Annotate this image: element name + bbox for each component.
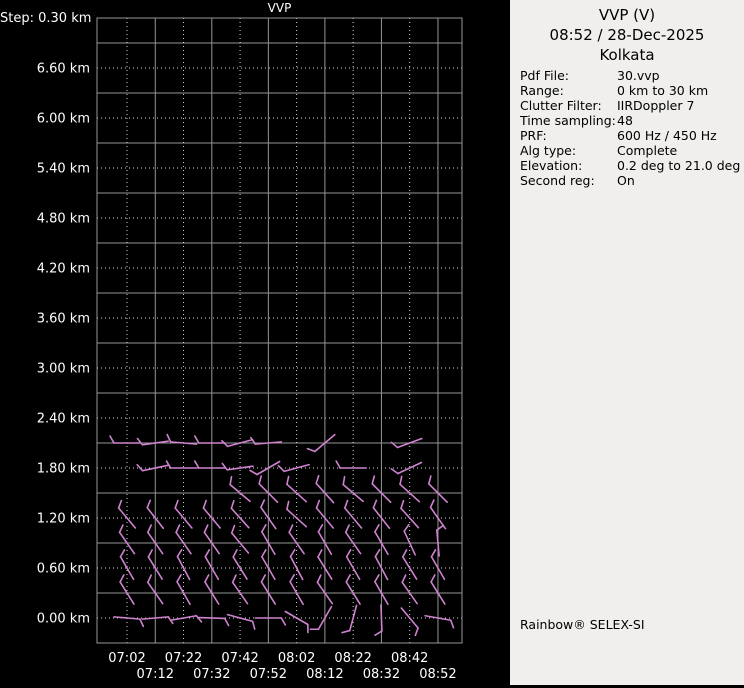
wind-barb (345, 574, 361, 605)
x-axis-tick-label: 08:22 (334, 651, 371, 666)
product-title: VVP (V) (598, 6, 656, 24)
parameter-row: Time sampling: 48 (510, 113, 744, 128)
parameter-row: Range: 0 km to 30 km (510, 83, 744, 98)
x-axis-tick-label: 08:52 (419, 667, 456, 682)
wind-barb (165, 460, 198, 469)
parameter-label: Pdf File: (520, 68, 569, 83)
wind-barb (176, 574, 191, 606)
wind-barb (341, 604, 358, 634)
y-axis-tick-label: 3.60 km (37, 312, 90, 327)
product-parameters-list: Pdf File: 30.vvp Range: 0 km to 30 km Clutte… (510, 68, 744, 188)
y-axis-tick-label: 1.80 km (37, 462, 90, 477)
wind-barb (335, 460, 367, 469)
x-axis-tick-label: 07:52 (250, 667, 287, 682)
x-axis-tick-label: 08:42 (391, 651, 428, 666)
x-axis-tick-label: 07:02 (108, 651, 145, 666)
parameter-row: PRF: 600 Hz / 450 Hz (510, 128, 744, 143)
parameter-row: Clutter Filter: IIRDoppler 7 (510, 98, 744, 113)
wind-barb (230, 524, 250, 554)
wind-barb (342, 475, 364, 503)
wind-barb (277, 463, 310, 473)
x-axis-tick-label: 08:02 (278, 651, 315, 666)
vvp-application-window: Step: 0.30 km VVP 6.60 km 6.00 km 5.40 km 4… (0, 0, 744, 688)
y-axis-tick-label: 2.40 km (37, 412, 90, 427)
parameter-label: Range: (520, 83, 564, 98)
wind-barb (401, 574, 418, 605)
parameter-label: Time sampling: (520, 113, 616, 128)
y-axis-tick-label: 0.60 km (37, 562, 90, 577)
y-axis-tick-label: 6.00 km (37, 112, 90, 127)
wind-barb (198, 616, 230, 627)
parameter-label: Second reg: (520, 173, 595, 188)
wind-barb (344, 524, 362, 555)
x-axis-tick-label: 08:12 (306, 667, 343, 682)
wind-barb (194, 435, 226, 444)
wind-barb (141, 616, 174, 625)
parameter-label: Elevation: (520, 158, 583, 173)
parameter-value: IIRDoppler 7 (617, 98, 695, 113)
parameter-label: Alg type: (520, 143, 577, 158)
wind-barb (109, 435, 141, 444)
wind-barb (288, 524, 305, 555)
wind-barb (231, 574, 249, 605)
vendor-branding: Rainbow® SELEX-SI (520, 617, 645, 632)
parameter-row: Alg type: Complete (510, 143, 744, 158)
y-axis-tick-label: 0.00 km (37, 612, 90, 627)
parameter-row: Second reg: On (510, 173, 744, 188)
wind-barb (119, 574, 135, 605)
wind-barb (289, 574, 304, 606)
wind-barb (175, 524, 192, 555)
parameter-row: Pdf File: 30.vvp (510, 68, 744, 83)
wind-barb (249, 460, 281, 476)
parameter-value: Complete (617, 143, 678, 158)
wind-barb (399, 475, 421, 503)
x-axis-tick-label: 07:42 (221, 651, 258, 666)
x-axis-tick-label: 07:12 (137, 667, 174, 682)
y-axis-tick-label: 4.80 km (37, 212, 90, 227)
wind-barb (169, 614, 203, 623)
y-axis-tick-label: 3.00 km (37, 362, 90, 377)
y-axis-tick-label: 1.20 km (37, 512, 90, 527)
wind-barb (136, 437, 169, 446)
parameter-value: 600 Hz / 450 Hz (617, 128, 717, 143)
wind-barb (113, 616, 145, 628)
y-axis-tick-label: 6.60 km (37, 62, 90, 77)
parameter-value: 30.vvp (617, 68, 660, 83)
radar-info-panel: VVP (V) 08:52 / 28-Dec-2025 Kolkata Pdf … (510, 0, 744, 685)
wind-barb (390, 461, 423, 475)
panel-title-block: VVP (V) 08:52 / 28-Dec-2025 Kolkata (510, 5, 744, 65)
wind-barb (254, 617, 287, 626)
wind-barb (118, 524, 136, 555)
x-axis-tick-label: 07:32 (193, 667, 230, 682)
parameter-label: PRF: (520, 128, 547, 143)
wind-barb (286, 475, 308, 503)
x-axis-tick-label: 07:22 (165, 651, 202, 666)
product-datetime: 08:52 / 28-Dec-2025 (549, 26, 705, 44)
vvp-time-height-chart: 6.60 km 6.00 km 5.40 km 4.80 km 4.20 km 3.60 … (37, 17, 463, 682)
x-axis-tick-label: 08:32 (363, 667, 400, 682)
parameter-label: Clutter Filter: (520, 98, 602, 113)
wind-barb (400, 607, 419, 637)
parameter-value: On (617, 173, 635, 188)
wind-barb (374, 604, 383, 637)
wind-barb (226, 613, 256, 630)
parameter-row: Elevation: 0.2 deg to 21.0 deg (510, 158, 744, 173)
wind-barb (194, 460, 226, 469)
parameter-value: 48 (617, 113, 633, 128)
wind-barb (221, 462, 254, 471)
parameter-value: 0 km to 30 km (617, 83, 709, 98)
radar-site-name: Kolkata (599, 46, 655, 64)
y-axis-tick-label: 5.40 km (37, 162, 90, 177)
parameter-value: 0.2 deg to 21.0 deg (617, 158, 741, 173)
y-axis-tick-label: 4.20 km (37, 262, 90, 277)
wind-barb (229, 475, 251, 503)
